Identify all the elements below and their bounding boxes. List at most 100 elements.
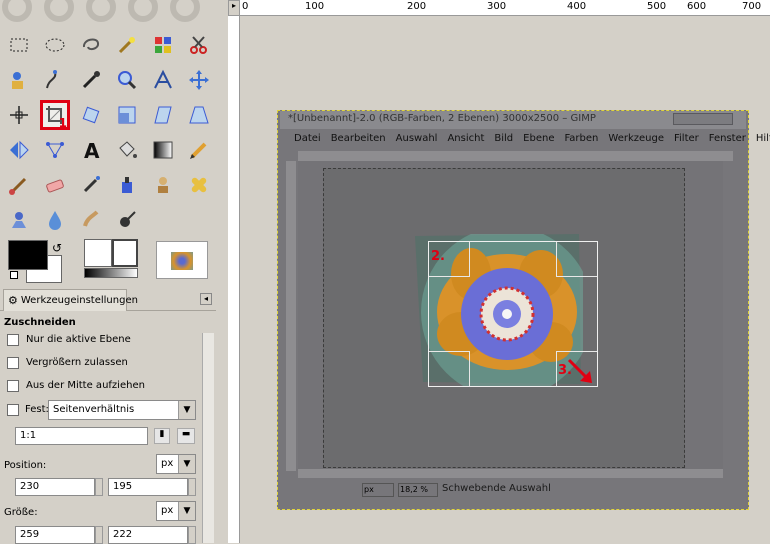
ruler-tick-label: 200 (407, 1, 427, 12)
tool-color-picker[interactable] (76, 65, 106, 95)
tool-scissors[interactable] (184, 30, 214, 60)
tool-airbrush[interactable] (76, 170, 106, 200)
tool-smudge[interactable] (76, 205, 106, 235)
airbrush-icon (83, 176, 100, 193)
tool-clone[interactable] (148, 170, 178, 200)
fuzzy-select-icon (118, 37, 135, 54)
allow-growing-checkbox[interactable] (7, 357, 19, 369)
inner-menu-item[interactable]: Auswahl (396, 133, 438, 149)
size-height-input[interactable]: 222 (108, 526, 188, 544)
tool-foreground-select[interactable] (4, 65, 34, 95)
heal-icon (191, 177, 207, 193)
tool-shear[interactable] (148, 100, 178, 130)
tool-select-by-color[interactable] (148, 30, 178, 60)
size-unit-value: px (161, 505, 174, 516)
position-x-input[interactable]: 230 (15, 478, 95, 496)
gradient-preview[interactable] (84, 268, 138, 278)
inner-menu-item[interactable]: Ansicht (447, 133, 484, 149)
position-x-spinner[interactable] (95, 478, 103, 496)
measure-icon (154, 69, 172, 89)
size-unit-select[interactable]: px ▼ (156, 501, 196, 521)
tool-perspective[interactable] (184, 100, 214, 130)
landscape-icon[interactable]: ▬ (177, 428, 195, 444)
tool-cage[interactable] (40, 135, 70, 165)
size-height-spinner[interactable] (188, 526, 196, 544)
chevron-down-icon: ▼ (178, 502, 195, 520)
inner-menu-item[interactable]: Bild (494, 133, 513, 149)
tool-free-select[interactable] (76, 30, 106, 60)
position-unit-value: px (161, 458, 174, 469)
tool-pencil[interactable] (184, 135, 214, 165)
chevron-down-icon: ▼ (178, 401, 195, 419)
only-active-layer-checkbox[interactable] (7, 334, 19, 346)
tool-blend[interactable] (148, 135, 178, 165)
tool-options-panel: Zuschneiden Nur die aktive Ebene Vergröß… (0, 312, 214, 544)
tool-paintbrush[interactable] (4, 170, 34, 200)
inner-ruler-left (286, 161, 296, 471)
tool-bucket-fill[interactable] (112, 135, 142, 165)
tool-fuzzy-select[interactable] (112, 30, 142, 60)
expand-center-checkbox[interactable] (7, 380, 19, 392)
inner-menu-item[interactable]: Hilfe (756, 133, 770, 149)
inner-zoom-select[interactable]: 18,2 % (398, 483, 438, 497)
tool-measure[interactable] (148, 65, 178, 95)
position-unit-select[interactable]: px ▼ (156, 454, 196, 474)
tool-zoom[interactable] (112, 65, 142, 95)
tool-flip[interactable] (4, 135, 34, 165)
portrait-icon[interactable]: ▮ (154, 428, 170, 444)
tool-ellipse-select[interactable] (40, 30, 70, 60)
fixed-checkbox[interactable] (7, 404, 19, 416)
ruler-corner-button[interactable]: ▸ (228, 0, 240, 16)
inner-hscrollbar[interactable] (298, 469, 723, 478)
brush-preview[interactable] (84, 239, 112, 267)
free-select-icon (83, 38, 100, 51)
tool-move[interactable] (184, 65, 214, 95)
ratio-input[interactable]: 1:1 (15, 427, 148, 445)
inner-statusbar: px 18,2 % Schwebende Auswahl (358, 483, 738, 499)
tool-dodge-burn[interactable] (112, 205, 142, 235)
tool-crop[interactable]: 1 (40, 100, 70, 130)
inner-menu-item[interactable]: Filter (674, 133, 699, 149)
options-heading: Zuschneiden (4, 317, 76, 328)
tool-heal[interactable] (184, 170, 214, 200)
tool-paths[interactable] (40, 65, 70, 95)
tool-text[interactable]: A (76, 135, 106, 165)
position-y-input[interactable]: 195 (108, 478, 188, 496)
inner-menu-item[interactable]: Fenster (709, 133, 746, 149)
inner-menu-item[interactable]: Farben (564, 133, 598, 149)
tool-perspective-clone[interactable] (4, 205, 34, 235)
inner-menu-item[interactable]: Bearbeiten (331, 133, 386, 149)
tool-blur[interactable] (40, 205, 70, 235)
ruler-tick-label: 400 (567, 1, 587, 12)
tab-menu-button[interactable]: ◂ (200, 293, 212, 305)
tool-eraser[interactable] (40, 170, 70, 200)
position-y-spinner[interactable] (188, 478, 196, 496)
scale-icon (118, 106, 136, 124)
tool-scale[interactable] (112, 100, 142, 130)
inner-unit-value: px (364, 485, 374, 494)
size-label: Größe: (4, 507, 38, 518)
inner-unit-select[interactable]: px (362, 483, 394, 497)
fixed-mode-select[interactable]: Seitenverhältnis ▼ (48, 400, 196, 420)
pasted-screenshot-layer[interactable]: *[Unbenannt]-2.0 (RGB-Farben, 2 Ebenen) … (277, 110, 770, 510)
smudge-icon (83, 210, 99, 227)
tool-rotate[interactable] (76, 100, 106, 130)
gimp-logo (0, 0, 220, 26)
inner-menu-item[interactable]: Ebene (523, 133, 554, 149)
inner-menu-item[interactable]: Datei (294, 133, 321, 149)
image-thumbnail[interactable] (156, 241, 208, 279)
swap-colors-icon[interactable]: ↺ (52, 241, 62, 255)
tool-ink[interactable] (112, 170, 142, 200)
inner-menu-item[interactable]: Werkzeuge (608, 133, 664, 149)
ruler-tick-label: 300 (487, 1, 507, 12)
options-scrollbar[interactable] (202, 333, 214, 543)
size-width-spinner[interactable] (95, 526, 103, 544)
pattern-preview[interactable] (112, 239, 138, 267)
tool-align[interactable] (4, 100, 34, 130)
size-width-input[interactable]: 259 (15, 526, 95, 544)
ruler-tick-label: 0 (242, 1, 249, 12)
marker-2: 2. (431, 249, 445, 264)
tool-rect-select[interactable] (4, 30, 34, 60)
cage-icon (46, 142, 64, 158)
tab-tool-options[interactable]: ⚙ Werkzeugeinstellungen (3, 289, 138, 311)
